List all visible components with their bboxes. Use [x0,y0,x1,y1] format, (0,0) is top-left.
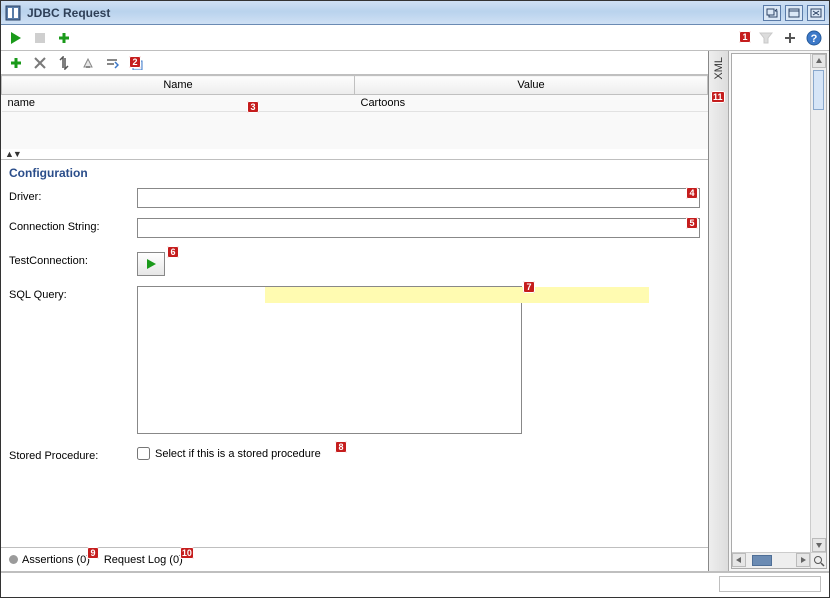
bottom-tabs: Assertions (0) 9 Request Log (0) 10 [1,547,708,571]
app-icon [5,5,21,21]
driver-label: Driver: [9,188,137,203]
driver-row: Driver: 4 [9,188,700,208]
response-tab-strip: XML 11 [709,51,729,571]
sort-icon[interactable] [55,54,73,72]
sql-query-input[interactable] [137,286,522,434]
request-panel: 2 3 Name Value name Cartoons [1,51,709,571]
zoom-icon[interactable] [810,552,826,568]
collapse-arrows-icon[interactable]: ▲▼ [1,149,708,159]
filter-icon [757,29,775,47]
add-icon[interactable] [55,29,73,47]
param-toolbar: 2 [1,51,708,75]
response-panel: XML 11 [709,51,829,571]
title-bar: JDBC Request [1,1,829,25]
col-value-header[interactable]: Value [355,76,708,95]
callout-badge-4: 4 [686,187,698,199]
assertions-label: Assertions (0) [22,554,90,566]
sql-query-label: SQL Query: [9,286,137,301]
svg-text:?: ? [811,33,818,45]
window-close-icon[interactable] [807,5,825,21]
move-up-icon[interactable] [103,54,121,72]
param-table-area: 3 Name Value name Cartoons [1,75,708,149]
test-connection-row: TestConnection: 6 [9,252,700,276]
callout-badge-6: 6 [167,246,179,258]
status-bar [1,572,829,594]
response-body [731,53,827,569]
window-maximize-icon[interactable] [785,5,803,21]
run-icon[interactable] [7,29,25,47]
connection-string-row: Connection String: 5 [9,218,700,238]
callout-badge-2: 2 [129,56,141,68]
cell-name[interactable]: name [2,95,355,112]
help-icon[interactable]: ? [805,29,823,47]
sql-query-row: SQL Query: 7 [9,286,700,437]
callout-badge-9: 9 [87,547,99,559]
callout-badge-3: 3 [247,101,259,113]
vertical-scrollbar[interactable] [810,54,826,552]
test-connection-button[interactable] [137,252,165,276]
status-dot-icon [9,555,18,564]
scroll-up-icon[interactable] [812,54,826,68]
main-toolbar: 1 ? [1,25,829,51]
callout-badge-5: 5 [686,217,698,229]
request-log-tab[interactable]: Request Log (0) 10 [104,554,183,566]
table-row[interactable]: name Cartoons [2,95,708,112]
callout-badge-10: 10 [180,547,194,559]
window-restore-out-icon[interactable] [763,5,781,21]
connection-string-input[interactable] [137,218,700,238]
request-log-label: Request Log (0) [104,554,183,566]
scroll-left-icon[interactable] [732,553,746,567]
param-table[interactable]: Name Value name Cartoons [1,75,708,112]
stored-proc-row: Stored Procedure: Select if this is a st… [9,447,700,462]
stored-proc-label: Stored Procedure: [9,447,137,462]
stored-proc-checkbox-label: Select if this is a stored procedure [155,448,321,460]
driver-input[interactable] [137,188,700,208]
status-box [719,576,821,592]
callout-badge-1: 1 [739,31,751,43]
assertions-tab[interactable]: Assertions (0) 9 [9,554,90,566]
config-title: Configuration [9,166,700,180]
callout-badge-8: 8 [335,441,347,453]
callout-badge-11: 11 [711,91,725,103]
stop-icon [31,29,49,47]
window-title: JDBC Request [27,6,763,20]
config-section: Configuration Driver: 4 Connection Strin… [1,159,708,547]
add-param-icon[interactable] [7,54,25,72]
hscroll-thumb[interactable] [752,555,772,566]
test-connection-label: TestConnection: [9,252,137,267]
callout-badge-7: 7 [523,281,535,293]
remove-param-icon[interactable] [31,54,49,72]
connection-string-label: Connection String: [9,218,137,233]
col-name-header[interactable]: Name [2,76,355,95]
clear-icon[interactable] [79,54,97,72]
xml-tab[interactable]: XML [713,57,725,80]
scroll-right-icon[interactable] [796,553,810,567]
scroll-thumb[interactable] [813,70,824,110]
plus-small-icon[interactable] [781,29,799,47]
table-header-row: Name Value [2,76,708,95]
content-area: 2 3 Name Value name Cartoons [1,51,829,572]
horizontal-scrollbar[interactable] [732,552,810,568]
stored-proc-checkbox[interactable] [137,447,150,460]
cell-value[interactable]: Cartoons [355,95,708,112]
scroll-down-icon[interactable] [812,538,826,552]
